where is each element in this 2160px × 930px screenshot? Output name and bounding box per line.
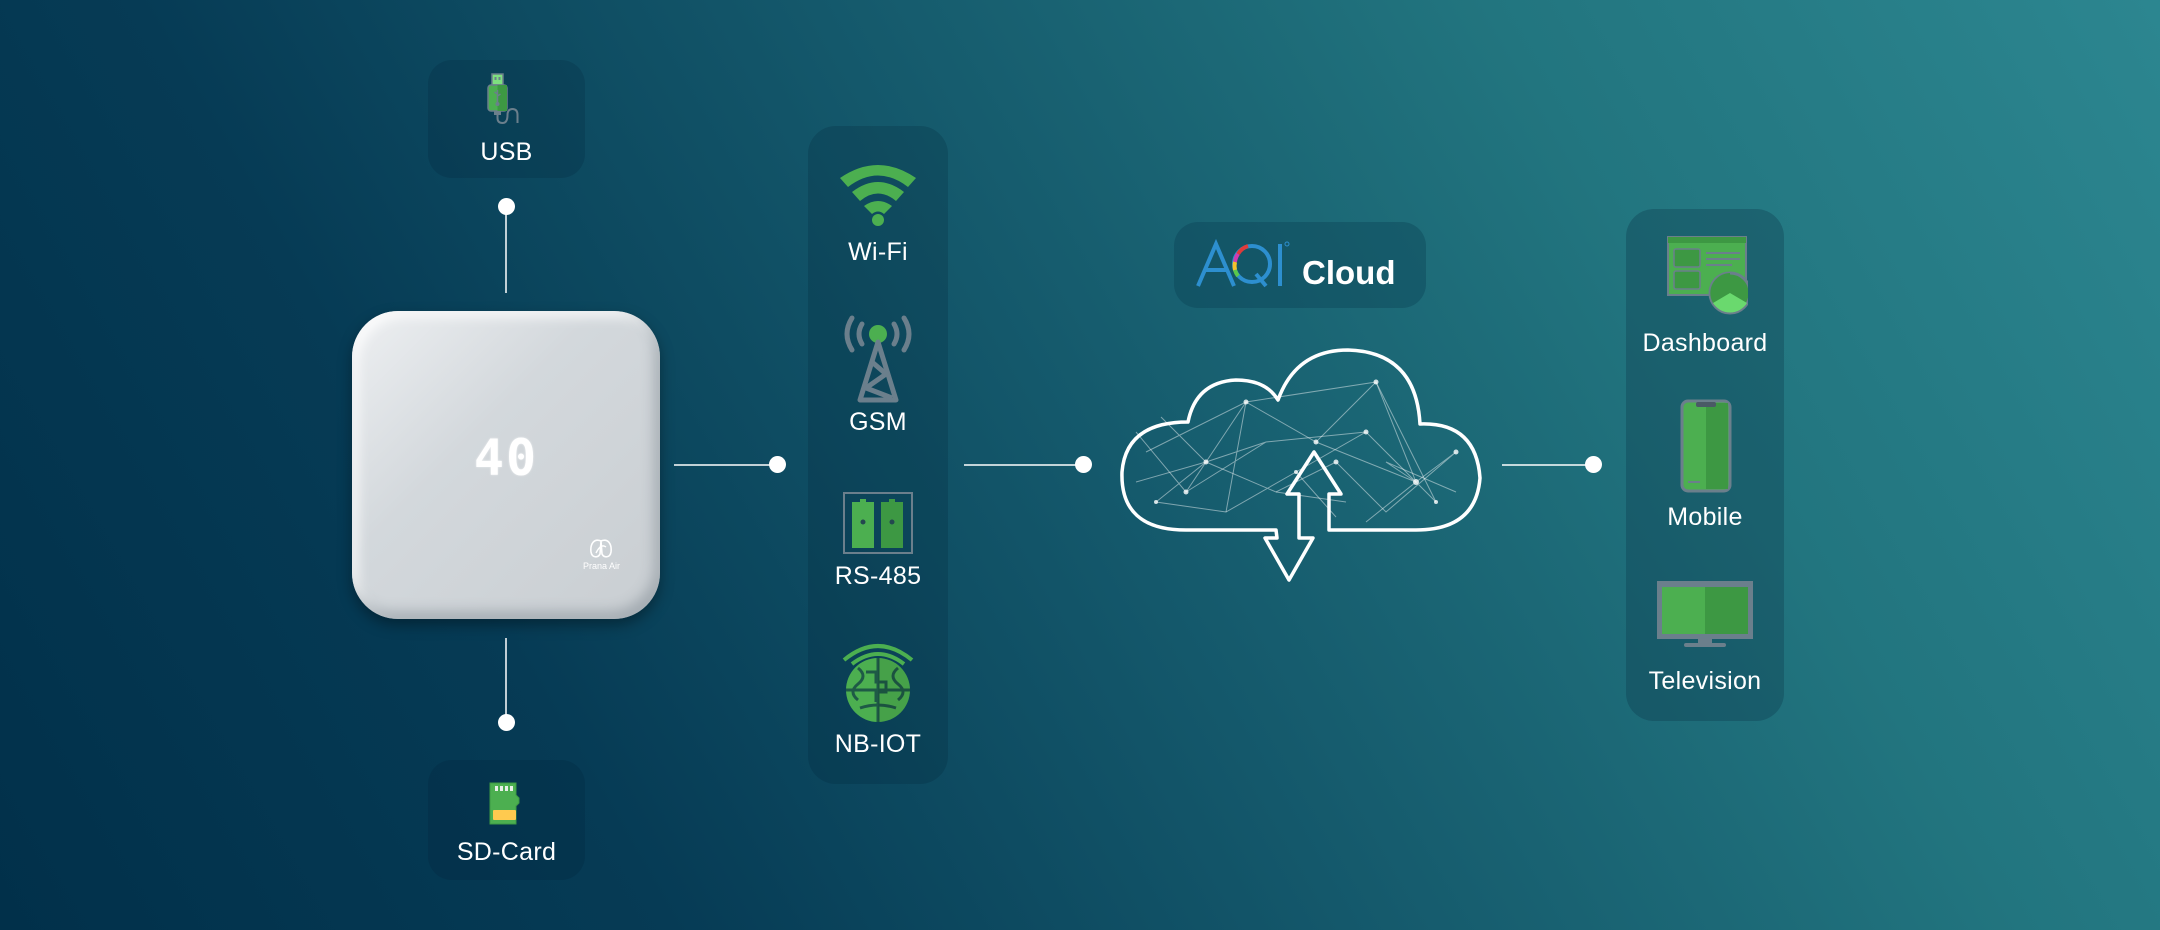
device-connector-line [674,464,772,466]
connectivity-item-gsm: GSM [808,312,948,436]
connectivity-item-nb-iot: NB-IOT [808,636,948,758]
dashboard-icon [1667,236,1748,315]
nb-iot-globe-icon [842,644,914,722]
nb-iot-label: NB-IOT [834,730,922,758]
device-brand-logo: Prana Air [583,538,620,571]
connectivity-item-wifi: Wi-Fi [808,154,948,266]
television-icon [1657,581,1753,647]
cloud-connector-line [1502,464,1590,466]
sd-card-card: SD-Card [428,760,585,880]
connectivity-item-rs485: RS-485 [808,492,948,592]
wifi-icon [840,165,916,226]
dashboard-label: Dashboard [1642,329,1768,357]
sd-connector-dot [498,714,515,731]
air-quality-monitor-device: 40 Prana Air [352,311,660,619]
rs485-label: RS-485 [834,562,922,590]
gsm-label: GSM [849,408,907,436]
device-connector-dot [769,456,786,473]
usb-connector-line [505,207,507,293]
sd-card-icon [489,782,520,825]
device-reading: 40 [473,429,539,487]
outputs-panel: Dashboard Mobile Television [1626,209,1784,721]
cell-tower-icon [844,315,912,403]
aqi-logo-icon [1196,238,1290,288]
mobile-label: Mobile [1667,503,1743,531]
sd-card-label: SD-Card [456,838,557,866]
connectivity-connector-dot [1075,456,1092,473]
lungs-leaf-icon [590,539,613,558]
sd-connector-line [505,638,507,722]
output-item-mobile: Mobile [1626,399,1784,539]
connectivity-panel: Wi-Fi GSM RS-485 NB-IOT [808,126,948,784]
usb-label: USB [480,138,533,166]
cloud-upload-download-icon [1120,348,1482,582]
connectivity-connector-line [964,464,1084,466]
aqi-cloud-badge: Cloud [1174,222,1426,308]
cloud-connector-dot [1585,456,1602,473]
output-item-television: Television [1626,579,1784,709]
wifi-label: Wi-Fi [848,238,908,266]
mobile-icon [1680,399,1732,493]
usb-card: USB [428,60,585,178]
cloud-label: Cloud [1302,254,1396,291]
television-label: Television [1648,667,1762,695]
rs485-connector-icon [843,492,913,554]
device-brand-name: Prana Air [582,561,620,571]
output-item-dashboard: Dashboard [1626,235,1784,357]
usb-icon [487,73,519,124]
